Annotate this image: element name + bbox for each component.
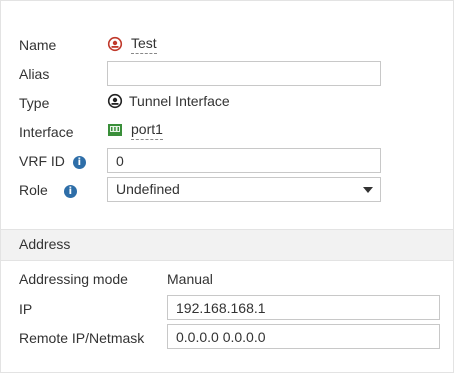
role-select-value: Undefined <box>116 181 180 197</box>
type-label: Type <box>19 95 50 111</box>
role-label-row: Role i <box>19 181 77 199</box>
alias-input[interactable] <box>107 61 381 86</box>
tunnel-interface-icon <box>107 36 123 52</box>
chevron-down-icon <box>363 187 373 193</box>
info-icon[interactable]: i <box>63 185 77 198</box>
tunnel-interface-icon <box>107 93 123 109</box>
name-value: Test <box>131 34 157 54</box>
remote-ip-input[interactable] <box>167 324 440 349</box>
ip-input[interactable] <box>167 295 440 320</box>
role-select[interactable]: Undefined <box>107 177 381 202</box>
address-section-header: Address <box>1 229 453 261</box>
name-label: Name <box>19 37 57 53</box>
addressing-mode-value: Manual <box>167 271 213 287</box>
port-icon <box>107 122 123 138</box>
vrf-id-input[interactable] <box>107 148 381 173</box>
info-icon[interactable]: i <box>72 156 86 169</box>
remote-ip-label: Remote IP/Netmask <box>19 330 145 346</box>
address-section-title: Address <box>19 236 71 252</box>
vrf-id-label: VRF ID <box>19 153 65 169</box>
interface-value[interactable]: port1 <box>131 120 163 140</box>
name-value-row: Test <box>107 34 157 54</box>
ip-label: IP <box>19 301 33 317</box>
interface-label: Interface <box>19 124 74 140</box>
interface-value-row: port1 <box>107 120 163 140</box>
role-label: Role <box>19 182 48 198</box>
type-value-row: Tunnel Interface <box>107 92 230 110</box>
addressing-mode-label: Addressing mode <box>19 271 128 287</box>
vrf-id-label-row: VRF ID i <box>19 152 86 170</box>
type-value: Tunnel Interface <box>129 93 230 109</box>
interface-edit-panel: Name Test Alias Type Tunnel Interface In… <box>0 0 454 373</box>
alias-label: Alias <box>19 66 50 82</box>
